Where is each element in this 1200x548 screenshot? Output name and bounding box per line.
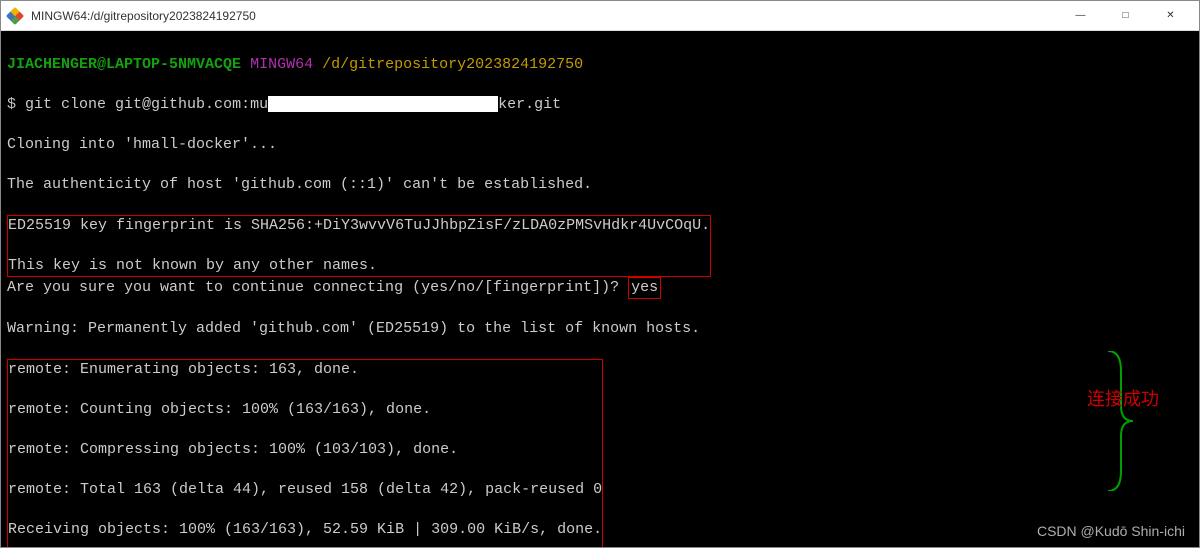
shell-name: MINGW64 [250,56,313,73]
titlebar[interactable]: MINGW64:/d/gitrepository2023824192750 — … [1,1,1199,31]
output-notknown: This key is not known by any other names… [8,256,710,276]
output-count: remote: Counting objects: 100% (163/163)… [8,400,602,420]
prompt-symbol: $ [7,96,16,113]
command-line: $ git clone git@github.com:mu ker.git [7,95,1193,115]
confirm-prompt: Are you sure you want to continue connec… [7,279,619,296]
prompt-line: JIACHENGER@LAPTOP-5NMVACQE MINGW64 /d/gi… [7,55,1193,75]
cmd-clone-pre: git clone git@github.com:mu [25,96,268,113]
cmd-clone-post: ker.git [498,96,561,113]
confirm-input[interactable]: yes [628,277,661,299]
progress-box: remote: Enumerating objects: 163, done. … [7,359,603,547]
fingerprint-box: ED25519 key fingerprint is SHA256:+DiY3w… [7,215,711,277]
output-compress: remote: Compressing objects: 100% (103/1… [8,440,602,460]
output-total: remote: Total 163 (delta 44), reused 158… [8,480,602,500]
output-authenticity: The authenticity of host 'github.com (::… [7,175,1193,195]
terminal[interactable]: JIACHENGER@LAPTOP-5NMVACQE MINGW64 /d/gi… [1,31,1199,547]
brace-annotation-icon [1049,331,1079,471]
output-receive: Receiving objects: 100% (163/163), 52.59… [8,520,602,540]
window-frame: MINGW64:/d/gitrepository2023824192750 — … [0,0,1200,548]
user-host: JIACHENGER@LAPTOP-5NMVACQE [7,56,241,73]
minimize-button[interactable]: — [1058,1,1103,31]
censored-region [268,96,498,112]
close-button[interactable]: ✕ [1148,1,1193,31]
confirm-line: Are you sure you want to continue connec… [7,277,1193,299]
window-title: MINGW64:/d/gitrepository2023824192750 [31,9,256,23]
output-fingerprint: ED25519 key fingerprint is SHA256:+DiY3w… [8,216,710,236]
watermark-text: CSDN @Kudō Shin-ichi [1037,521,1185,541]
output-cloning: Cloning into 'hmall-docker'... [7,135,1193,155]
maximize-button[interactable]: □ [1103,1,1148,31]
annotation-label: 连接成功 [1087,389,1159,409]
git-bash-icon [7,8,23,24]
output-warn: Warning: Permanently added 'github.com' … [7,319,1193,339]
output-enum: remote: Enumerating objects: 163, done. [8,360,602,380]
cwd-path: /d/gitrepository2023824192750 [322,56,583,73]
